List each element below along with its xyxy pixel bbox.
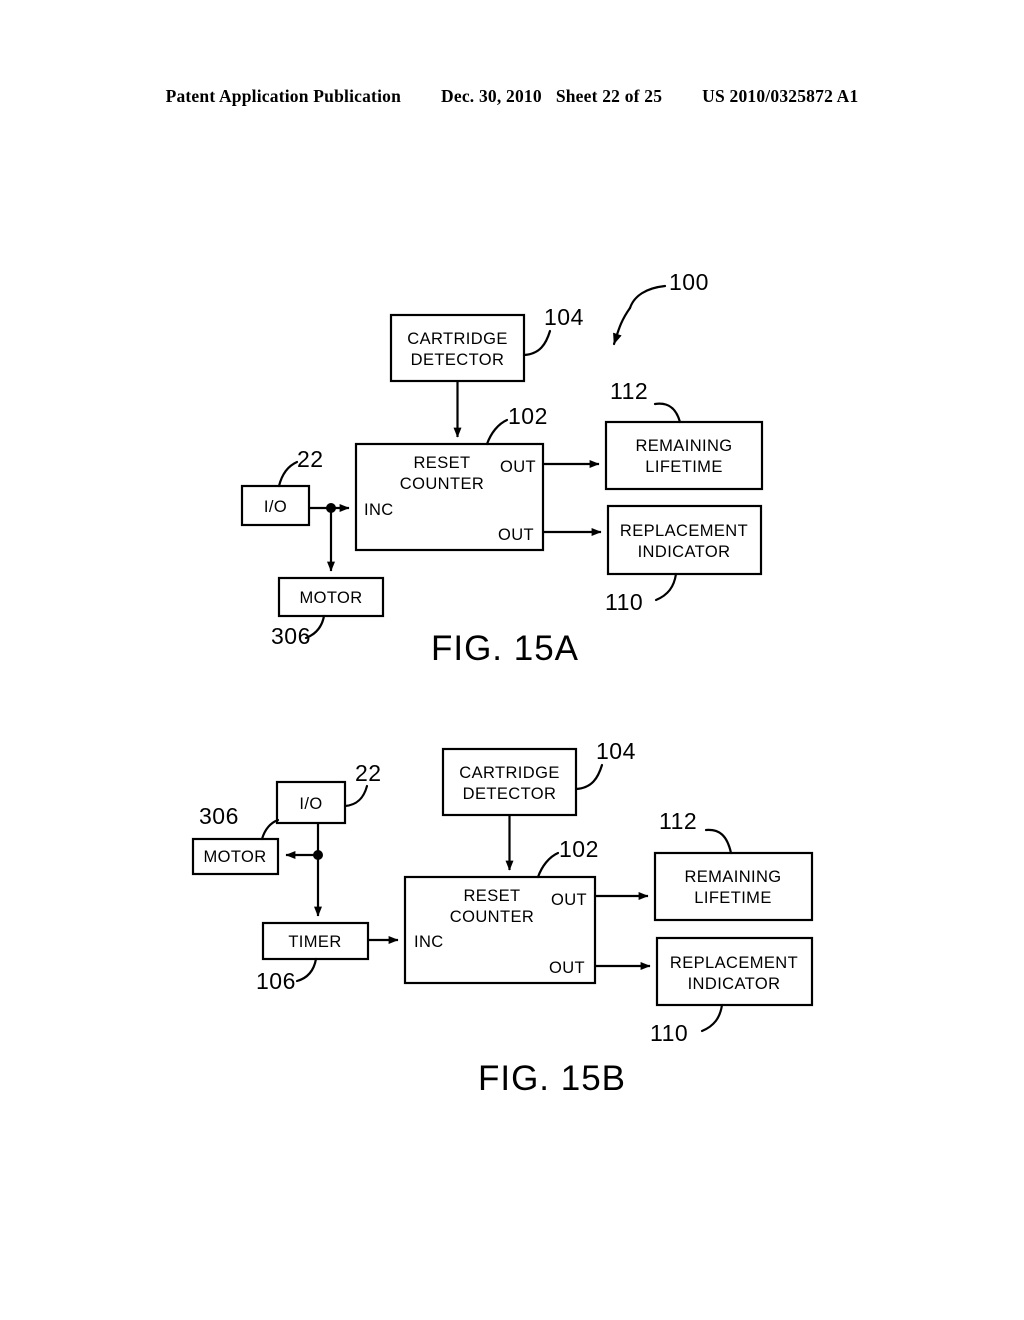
fig15b-ref-104: 104 xyxy=(574,738,636,791)
fig15b-reset-counter-block: RESET COUNTER INC OUT OUT xyxy=(403,875,597,985)
replacement-indicator-label-line1: REPLACEMENT xyxy=(620,522,748,540)
ref-label-306: 306 xyxy=(271,623,311,649)
fig15a-motor-block: MOTOR xyxy=(277,576,385,618)
fig15a-caption: FIG. 15A xyxy=(431,629,579,668)
fig15a-cartridge-detector-block: CARTRIDGE DETECTOR xyxy=(389,313,526,383)
timer-label: TIMER xyxy=(288,933,341,951)
fig15b-ref-306: 306 xyxy=(199,803,280,841)
ref-label-306: 306 xyxy=(199,803,239,829)
remaining-lifetime-label-line2: LIFETIME xyxy=(645,458,722,476)
reset-counter-label-line2: COUNTER xyxy=(450,908,534,926)
fig15b-ref-102: 102 xyxy=(536,836,599,879)
ref-label-102: 102 xyxy=(508,403,548,429)
ref-label-22: 22 xyxy=(355,760,382,786)
cartridge-detector-label-line1: CARTRIDGE xyxy=(459,764,559,782)
replacement-indicator-label-line2: INDICATOR xyxy=(638,543,731,561)
fig15a-system-ref-100: 100 xyxy=(612,269,709,346)
ref-label-110: 110 xyxy=(605,589,643,615)
cartridge-detector-label-line2: DETECTOR xyxy=(463,785,557,803)
io-label: I/O xyxy=(299,795,322,813)
patent-sheet-page: Patent Application Publication Dec. 30, 2… xyxy=(0,0,1024,1320)
reset-counter-port-out-bottom: OUT xyxy=(498,526,534,544)
reset-counter-label-line1: RESET xyxy=(463,887,520,905)
fig15a-replacement-indicator-block: REPLACEMENT INDICATOR xyxy=(606,504,763,576)
fig15b-remaining-lifetime-block: REMAINING LIFETIME xyxy=(653,851,814,922)
figure-15b: I/O 22 MOTOR 306 TIMER 106 CARTRIDGE DET… xyxy=(191,738,814,1098)
ref-label-22: 22 xyxy=(297,446,324,472)
figures-canvas: 100 CARTRIDGE DETECTOR 104 RESET COUNTER xyxy=(191,269,814,1098)
remaining-lifetime-label-line1: REMAINING xyxy=(635,437,732,455)
fig15a-remaining-lifetime-block: REMAINING LIFETIME xyxy=(604,420,764,491)
motor-label: MOTOR xyxy=(299,589,362,607)
cartridge-detector-label-line1: CARTRIDGE xyxy=(407,330,507,348)
io-label: I/O xyxy=(264,498,287,516)
reset-counter-port-out-top: OUT xyxy=(551,891,587,909)
ref-label-104: 104 xyxy=(596,738,636,764)
fig15b-ref-110: 110 xyxy=(650,1003,724,1046)
fig15b-ref-22: 22 xyxy=(343,760,382,808)
fig15b-io-block: I/O xyxy=(275,780,347,825)
ref-label-112: 112 xyxy=(659,808,697,834)
ref-label-110: 110 xyxy=(650,1020,688,1046)
replacement-indicator-label-line2: INDICATOR xyxy=(688,975,781,993)
reset-counter-port-out-top: OUT xyxy=(500,458,536,476)
motor-label: MOTOR xyxy=(203,848,266,866)
fig15a-ref-102: 102 xyxy=(485,403,548,446)
fig15b-ref-112: 112 xyxy=(659,808,733,855)
fig15a-ref-22: 22 xyxy=(277,446,324,488)
fig15a-ref-112: 112 xyxy=(610,378,682,424)
reset-counter-label-line1: RESET xyxy=(413,454,470,472)
fig15b-motor-block: MOTOR xyxy=(191,837,280,876)
reset-counter-port-inc: INC xyxy=(414,933,444,951)
fig15a-reset-counter-block: RESET COUNTER INC OUT OUT xyxy=(354,442,545,552)
ref-label-102: 102 xyxy=(559,836,599,862)
ref-label-104: 104 xyxy=(544,304,584,330)
reset-counter-port-out-bottom: OUT xyxy=(549,959,585,977)
fig15b-timer-block: TIMER xyxy=(261,921,370,961)
fig15a-io-block: I/O xyxy=(240,484,311,527)
cartridge-detector-label-line2: DETECTOR xyxy=(411,351,505,369)
remaining-lifetime-label-line2: LIFETIME xyxy=(694,889,771,907)
ref-label-112: 112 xyxy=(610,378,648,404)
fig15b-replacement-indicator-block: REPLACEMENT INDICATOR xyxy=(655,936,814,1007)
replacement-indicator-label-line1: REPLACEMENT xyxy=(670,954,798,972)
fig15b-caption: FIG. 15B xyxy=(478,1059,626,1098)
fig15b-ref-106: 106 xyxy=(256,957,318,994)
reset-counter-port-inc: INC xyxy=(364,501,394,519)
fig15a-ref-104: 104 xyxy=(522,304,584,357)
ref-label-100: 100 xyxy=(669,269,709,295)
fig15b-junction-dot xyxy=(313,850,323,860)
fig15a-ref-110: 110 xyxy=(605,572,678,615)
fig15a-ref-306: 306 xyxy=(271,614,326,649)
remaining-lifetime-label-line1: REMAINING xyxy=(684,868,781,886)
figure-15a: 100 CARTRIDGE DETECTOR 104 RESET COUNTER xyxy=(240,269,764,668)
reset-counter-label-line2: COUNTER xyxy=(400,475,484,493)
ref-label-106: 106 xyxy=(256,968,296,994)
fig15b-cartridge-detector-block: CARTRIDGE DETECTOR xyxy=(441,747,578,817)
